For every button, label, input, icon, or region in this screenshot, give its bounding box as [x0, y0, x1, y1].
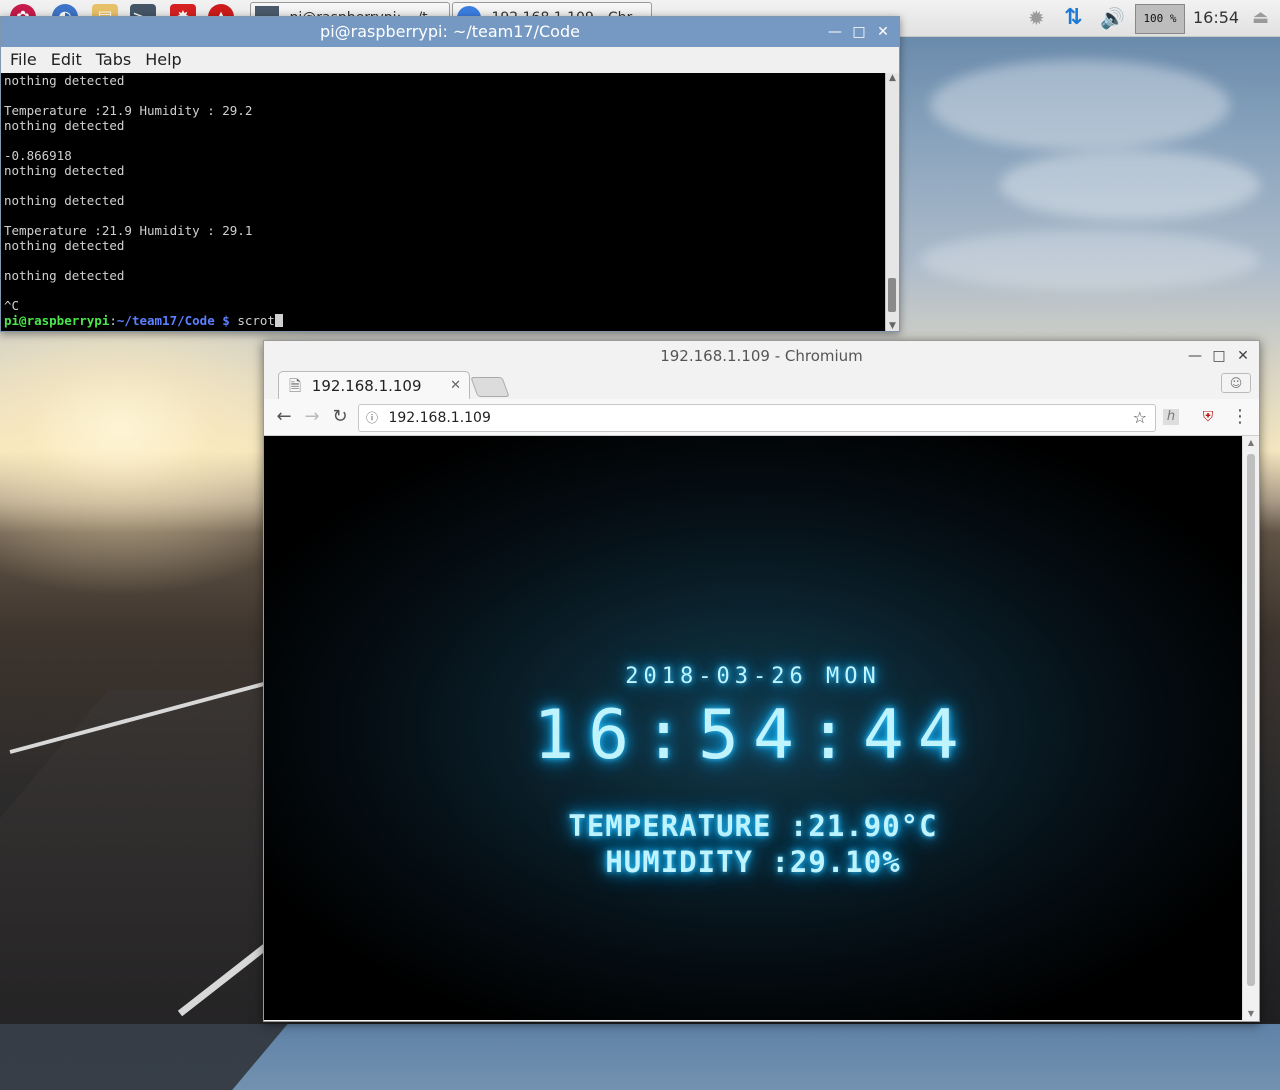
page-scroll-up-icon[interactable]: ▲ [1243, 438, 1259, 447]
maximize-button[interactable]: □ [847, 17, 871, 47]
chromium-window: 192.168.1.109 - Chromium — □ ✕ 🗎 192.168… [263, 340, 1260, 1022]
bookmark-star-icon[interactable]: ☆ [1133, 405, 1147, 431]
chromium-title: 192.168.1.109 - Chromium [660, 347, 863, 365]
info-icon[interactable]: ⓘ [366, 405, 380, 431]
menu-edit[interactable]: Edit [44, 47, 89, 73]
terminal-title: pi@raspberrypi: ~/team17/Code [320, 22, 580, 41]
date-display: 2018-03-26 MON [625, 664, 881, 689]
terminal-lines: nothing detected Temperature :21.9 Humidi… [1, 73, 885, 313]
terminal-scrollbar[interactable]: ▲ ▼ [885, 73, 899, 331]
browser-tab[interactable]: 🗎 192.168.1.109 ✕ [278, 371, 470, 400]
terminal-menubar: File Edit Tabs Help [1, 47, 899, 73]
terminal-line: nothing detected [4, 163, 125, 178]
eject-icon[interactable]: ⏏ [1252, 0, 1269, 36]
chrome-menu-icon[interactable]: ⋮ [1228, 405, 1252, 429]
terminal-prompt-line: pi@raspberrypi:~/team17/Code $ scrot [1, 313, 885, 328]
terminal-window: pi@raspberrypi: ~/team17/Code — □ ✕ File… [0, 16, 900, 332]
terminal-line: Temperature :21.9 Humidity : 29.2 [4, 103, 253, 118]
address-url: 192.168.1.109 [388, 410, 491, 426]
cpu-usage-monitor: 100 % [1135, 4, 1185, 34]
page-scroll-down-icon[interactable]: ▼ [1243, 1009, 1259, 1018]
address-bar[interactable]: ⓘ 192.168.1.109 ☆ [358, 404, 1156, 432]
terminal-line: nothing detected [4, 118, 125, 133]
chromium-minimize-button[interactable]: — [1183, 341, 1207, 371]
clock[interactable]: 16:54 [1193, 0, 1239, 36]
profile-icon[interactable]: ☺ [1221, 373, 1251, 393]
web-page: 2018-03-26 MON 16:54:44 TEMPERATURE :21.… [264, 436, 1242, 1020]
extension-h-icon[interactable]: h [1163, 409, 1179, 425]
terminal-line: -0.866918 [4, 148, 72, 163]
new-tab-button[interactable] [470, 377, 510, 397]
terminal-line: ^C [4, 298, 20, 313]
tab-title: 192.168.1.109 [311, 377, 422, 395]
ublock-icon[interactable]: ⛨ [1196, 405, 1220, 429]
terminal-output[interactable]: nothing detected Temperature :21.9 Humidi… [1, 73, 885, 331]
humidity-reading: HUMIDITY :29.10% [605, 845, 901, 879]
page-scrollbar[interactable]: ▲ ▼ [1242, 436, 1259, 1020]
back-icon[interactable]: ← [272, 405, 296, 429]
prompt-command: scrot [237, 313, 275, 328]
terminal-line: nothing detected [4, 238, 125, 253]
scroll-down-icon[interactable]: ▼ [886, 321, 899, 331]
chromium-maximize-button[interactable]: □ [1207, 341, 1231, 371]
terminal-line: nothing detected [4, 193, 125, 208]
chromium-titlebar[interactable]: 192.168.1.109 - Chromium — □ ✕ [264, 341, 1259, 371]
terminal-line: Temperature :21.9 Humidity : 29.1 [4, 223, 253, 238]
network-icon[interactable]: ⇅ [1064, 0, 1082, 36]
volume-icon[interactable]: 🔊 [1100, 0, 1125, 36]
temperature-reading: TEMPERATURE :21.90°C [568, 809, 938, 843]
text-cursor [274, 314, 283, 327]
scroll-up-icon[interactable]: ▲ [886, 73, 899, 83]
terminal-titlebar[interactable]: pi@raspberrypi: ~/team17/Code — □ ✕ [1, 17, 899, 47]
menu-file[interactable]: File [3, 47, 44, 73]
menu-help[interactable]: Help [138, 47, 188, 73]
prompt-symbol: $ [222, 313, 230, 328]
prompt-user: pi@raspberrypi [4, 313, 110, 328]
minimize-button[interactable]: — [823, 17, 847, 47]
tab-close-icon[interactable]: ✕ [450, 372, 461, 400]
browser-toolbar: ← → ↻ ⓘ 192.168.1.109 ☆ h ⛨ ⋮ [264, 399, 1259, 436]
bluetooth-icon[interactable]: ✹ [1028, 0, 1045, 36]
page-icon: 🗎 [289, 377, 302, 395]
terminal-line: nothing detected [4, 268, 125, 283]
time-display: 16:54:44 [533, 696, 973, 775]
terminal-line: nothing detected [4, 73, 125, 88]
chromium-close-button[interactable]: ✕ [1231, 341, 1255, 371]
forward-icon[interactable]: → [300, 405, 324, 429]
page-scrollbar-thumb[interactable] [1247, 454, 1255, 986]
close-button[interactable]: ✕ [871, 17, 895, 47]
prompt-path: ~/team17/Code [116, 313, 215, 328]
scrollbar-thumb[interactable] [888, 278, 896, 312]
reload-icon[interactable]: ↻ [328, 405, 352, 429]
menu-tabs[interactable]: Tabs [89, 47, 138, 73]
